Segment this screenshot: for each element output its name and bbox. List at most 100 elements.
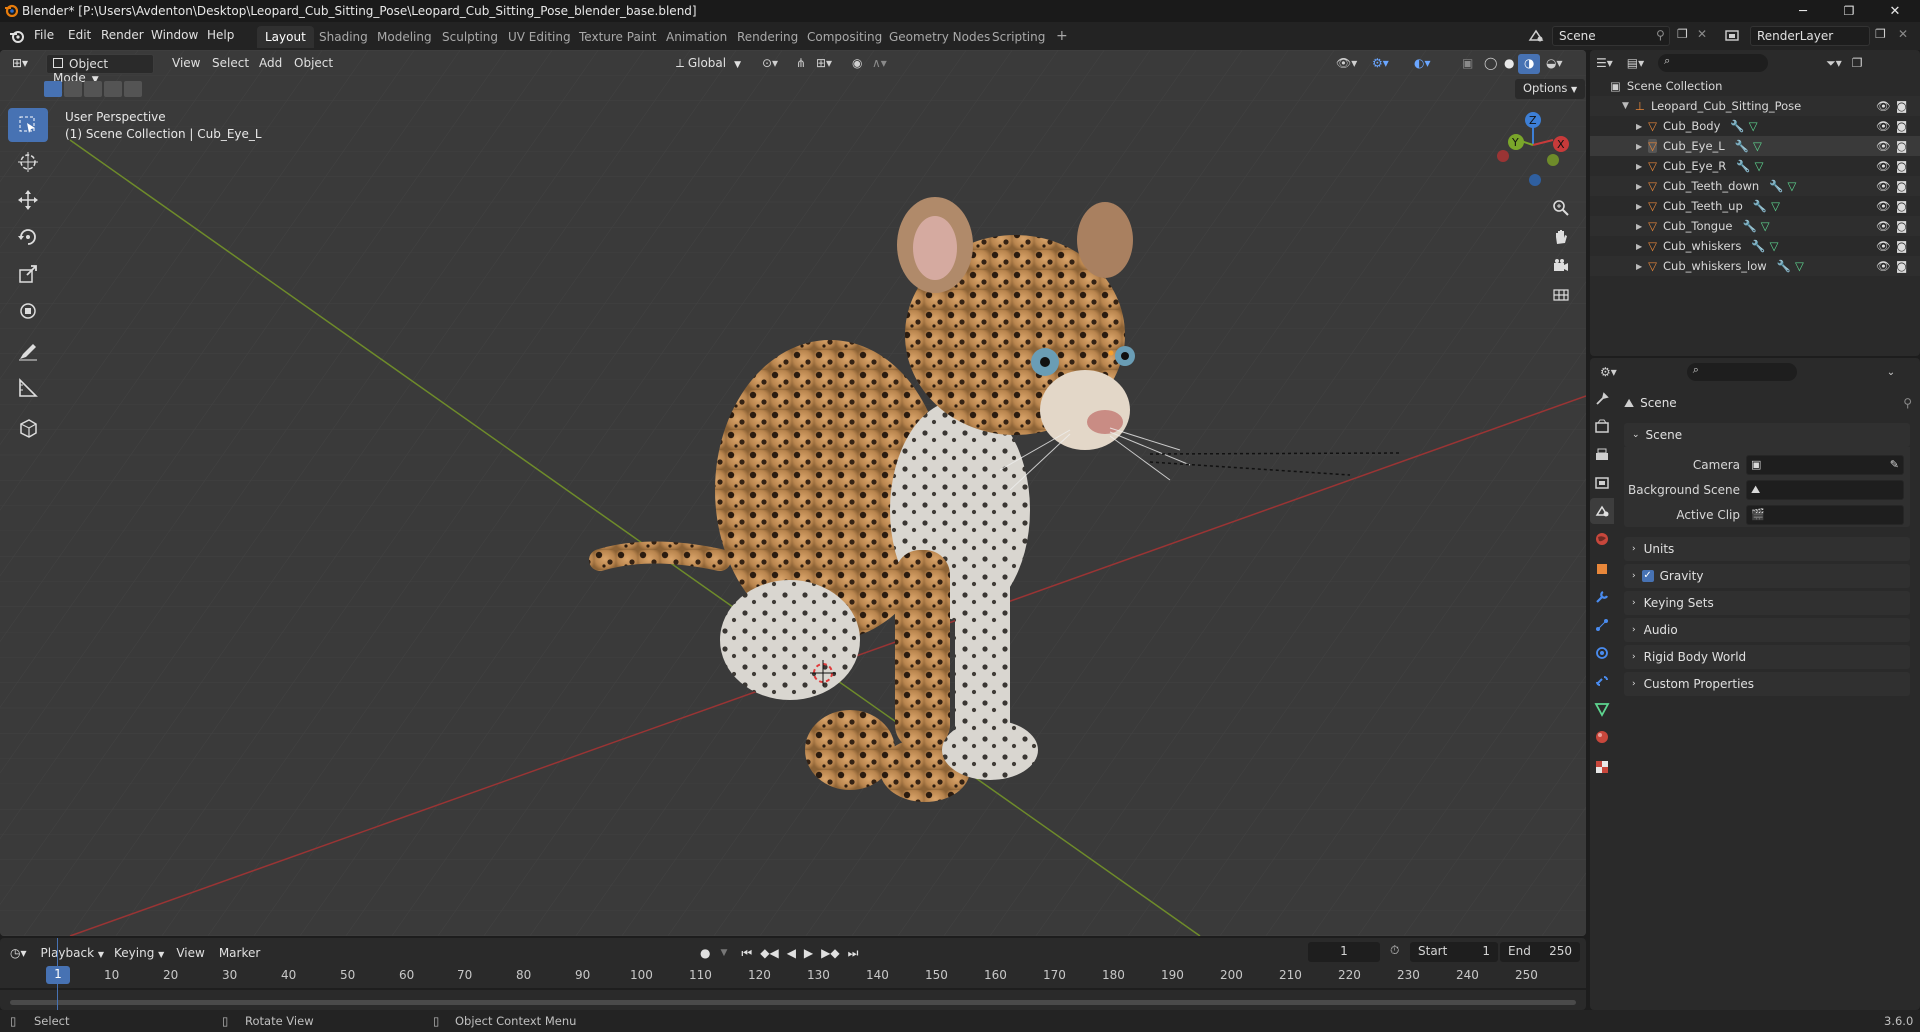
expand-arrow-icon[interactable]: ▶ <box>1636 122 1642 131</box>
outliner-search-input[interactable]: ⌕ <box>1658 54 1769 72</box>
tab-scene[interactable] <box>1590 498 1614 524</box>
visibility-eye-icon[interactable]: 👁 <box>1876 239 1891 253</box>
chevron-down-icon[interactable]: ▼ <box>720 948 727 958</box>
visibility-eye-icon[interactable]: 👁 <box>1876 219 1891 233</box>
tab-output[interactable] <box>1590 442 1614 468</box>
tab-data[interactable] <box>1590 696 1614 722</box>
move-tool[interactable] <box>8 183 48 217</box>
delete-scene-icon[interactable]: ✕ <box>1697 27 1707 41</box>
expand-arrow-icon[interactable]: ▼ <box>1622 101 1629 111</box>
render-camera-icon[interactable]: ◙ <box>1896 139 1907 153</box>
active-clip-field[interactable]: 🎬 <box>1746 505 1904 525</box>
new-scene-icon[interactable]: ❐ <box>1677 27 1688 41</box>
tab-modifiers[interactable] <box>1590 584 1614 610</box>
viewport-menu-object[interactable]: Object <box>288 54 339 74</box>
menu-edit[interactable]: Edit <box>68 28 91 42</box>
new-collection-icon[interactable]: ❐ <box>1852 56 1863 70</box>
outliner-row-object[interactable]: ▶ ▽ Cub_Body 🔧 ▽ 👁 ◙ <box>1590 116 1920 136</box>
mesh-data-icon[interactable]: ▽ <box>1755 159 1764 173</box>
transform-tool[interactable] <box>8 294 48 328</box>
outliner-row-object[interactable]: ▶ ▽ Cub_Eye_R 🔧 ▽ 👁 ◙ <box>1590 156 1920 176</box>
panel-gravity[interactable]: › ✓ Gravity <box>1624 564 1910 588</box>
annotate-tool[interactable] <box>8 334 48 368</box>
options-dropdown[interactable]: Options ▼ <box>1515 79 1586 99</box>
gizmo-toggle-icon[interactable]: ⚙▾ <box>1366 54 1395 74</box>
tab-layout[interactable]: Layout <box>257 26 314 48</box>
tab-compositing[interactable]: Compositing <box>799 26 890 48</box>
properties-search-input[interactable]: ⌕ <box>1686 363 1797 381</box>
render-camera-icon[interactable]: ◙ <box>1896 99 1907 113</box>
playhead-frame-badge[interactable]: 1 <box>46 966 70 984</box>
tab-animation[interactable]: Animation <box>658 26 735 48</box>
tab-object[interactable] <box>1590 556 1614 582</box>
zoom-icon[interactable] <box>1547 194 1575 222</box>
expand-arrow-icon[interactable]: ▶ <box>1636 162 1642 171</box>
outliner-row-object[interactable]: ▶ ▽ Cub_Eye_L 🔧 ▽ 👁 ◙ <box>1590 136 1920 156</box>
timeline-menu-marker[interactable]: Marker <box>219 946 260 960</box>
properties-editor-type-icon[interactable]: ⚙▾ <box>1600 365 1617 379</box>
start-frame-field[interactable]: Start 1 <box>1410 942 1498 962</box>
panel-scene-header[interactable]: ⌄ Scene <box>1624 423 1910 447</box>
modifier-wrench-icon[interactable]: 🔧 <box>1753 199 1767 213</box>
panel-audio[interactable]: › Audio <box>1624 618 1910 642</box>
mesh-data-icon[interactable]: ▽ <box>1761 219 1770 233</box>
panel-custom-properties[interactable]: › Custom Properties <box>1624 672 1910 696</box>
render-camera-icon[interactable]: ◙ <box>1896 179 1907 193</box>
scene-selector-icon[interactable] <box>1527 28 1545 44</box>
visibility-eye-icon[interactable]: 👁 <box>1876 179 1891 193</box>
prev-keyframe-icon[interactable]: ◆◀ <box>760 946 778 960</box>
next-keyframe-icon[interactable]: ▶◆ <box>821 946 839 960</box>
tab-geometry-nodes[interactable]: Geometry Nodes <box>881 26 998 48</box>
tab-scripting[interactable]: Scripting <box>984 26 1053 48</box>
view-layer-field[interactable]: RenderLayer <box>1750 26 1870 46</box>
outliner-row-collection[interactable]: ▼ ⊥ Leopard_Cub_Sitting_Pose 👁 ◙ <box>1590 96 1920 116</box>
visibility-eye-icon[interactable]: 👁 <box>1876 139 1891 153</box>
menu-window[interactable]: Window <box>151 28 198 42</box>
panel-keying-sets[interactable]: › Keying Sets <box>1624 591 1910 615</box>
mesh-data-icon[interactable]: ▽ <box>1795 259 1804 273</box>
visibility-eye-icon[interactable]: 👁 <box>1876 199 1891 213</box>
viewport-menu-view[interactable]: View <box>166 54 206 74</box>
outliner-editor-type-icon[interactable]: ☰▾ <box>1596 56 1613 70</box>
add-workspace-button[interactable]: + <box>1048 24 1076 46</box>
snap-icon[interactable]: ⋔ <box>790 54 812 74</box>
add-cube-tool[interactable] <box>8 411 48 445</box>
render-camera-icon[interactable]: ◙ <box>1896 119 1907 133</box>
scene-name-field[interactable]: Scene <box>1552 26 1670 46</box>
panel-rigid-body-world[interactable]: › Rigid Body World <box>1624 645 1910 669</box>
panel-units[interactable]: › Units <box>1624 537 1910 561</box>
tab-texture-paint[interactable]: Texture Paint <box>571 26 664 48</box>
tab-uv-editing[interactable]: UV Editing <box>500 26 579 48</box>
modifier-wrench-icon[interactable]: 🔧 <box>1735 139 1749 153</box>
tab-constraints[interactable] <box>1590 668 1614 694</box>
pan-hand-icon[interactable] <box>1547 223 1575 251</box>
delete-view-layer-icon[interactable]: ✕ <box>1898 27 1908 41</box>
select-box-tool[interactable] <box>8 108 48 142</box>
close-button[interactable]: ✕ <box>1872 0 1918 22</box>
expand-arrow-icon[interactable]: ▶ <box>1636 222 1642 231</box>
transform-orientation[interactable]: ⟂ Global ▼ <box>670 54 747 74</box>
select-subtract-icon[interactable] <box>84 81 102 97</box>
falloff-icon[interactable]: ∧▾ <box>866 54 893 74</box>
tab-tool[interactable] <box>1590 386 1614 412</box>
camera-view-icon[interactable] <box>1547 252 1575 280</box>
mesh-data-icon[interactable]: ▽ <box>1770 239 1779 253</box>
timeline-track[interactable] <box>0 988 1586 990</box>
new-view-layer-icon[interactable]: ❐ <box>1875 27 1886 41</box>
visibility-eye-icon[interactable]: 👁 <box>1876 159 1891 173</box>
overlay-toggle-icon[interactable]: ◐▾ <box>1408 54 1437 74</box>
orthographic-toggle-icon[interactable] <box>1547 281 1575 309</box>
render-camera-icon[interactable]: ◙ <box>1896 259 1907 273</box>
mesh-data-icon[interactable]: ▽ <box>1753 139 1762 153</box>
outliner-display-mode-icon[interactable]: ▤▾ <box>1627 56 1644 70</box>
play-icon[interactable]: ▶ <box>804 946 813 960</box>
tab-render[interactable] <box>1590 414 1614 440</box>
cursor-tool[interactable] <box>8 145 48 179</box>
outliner-row-scene-collection[interactable]: ▣ Scene Collection <box>1590 76 1920 96</box>
camera-field[interactable]: ▣ ✎ <box>1746 455 1904 475</box>
modifier-wrench-icon[interactable]: 🔧 <box>1742 219 1756 233</box>
expand-arrow-icon[interactable]: ▶ <box>1636 202 1642 211</box>
mesh-data-icon[interactable]: ▽ <box>1788 179 1797 193</box>
expand-arrow-icon[interactable]: ▶ <box>1636 182 1642 191</box>
chevron-down-icon[interactable]: ⌄ <box>1887 367 1895 378</box>
